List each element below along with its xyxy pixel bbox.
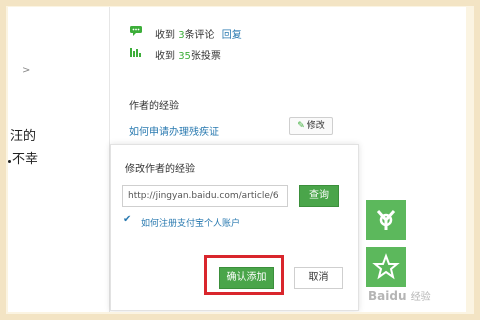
url-input[interactable]: http://jingyan.baidu.com/article/6 [122, 185, 288, 207]
cancel-button[interactable]: 取消 [294, 267, 343, 289]
comment-suffix: 条评论 [184, 30, 215, 41]
vote-count: 35 [178, 51, 191, 62]
left-column: > 汪的 不幸 [8, 7, 104, 312]
suggested-experience-link[interactable]: 如何注册支付宝个人账户 [141, 216, 240, 229]
author-experience-link[interactable]: 如何申请办理残疾证 [129, 123, 219, 138]
reply-link[interactable]: 回复 [222, 30, 242, 41]
watermark-brand: Bai [368, 289, 390, 303]
share-icon [376, 210, 396, 230]
chevron-right-icon[interactable]: > [22, 65, 30, 76]
check-icon: ✔ [123, 214, 132, 225]
left-text-line-2: 不幸 [12, 152, 39, 167]
pencil-icon: ✎ [297, 121, 305, 131]
comment-prefix: 收到 [155, 30, 175, 41]
confirm-add-button[interactable]: 确认添加 [219, 267, 274, 289]
edit-button[interactable]: ✎ 修改 [289, 117, 333, 135]
bar-chart-icon [130, 48, 141, 57]
left-text-line-1: 汪的 [10, 129, 37, 144]
edit-button-label: 修改 [306, 121, 325, 131]
watermark-sub: 经验 [410, 292, 431, 303]
watermark-du: du [389, 289, 407, 303]
query-button[interactable]: 查询 [299, 185, 339, 207]
page-content: > 汪的 不幸 收到 3条评论 回复 收到 35张投票 作者的经验 如何申请办理… [8, 7, 466, 312]
author-experience-title: 作者的经验 [129, 101, 179, 112]
share-button[interactable] [366, 200, 406, 240]
dialog-title: 修改作者的经验 [125, 164, 195, 175]
vote-prefix: 收到 [155, 51, 175, 62]
vote-stat: 收到 35张投票 [155, 47, 221, 62]
edit-experience-dialog: 修改作者的经验 http://jingyan.baidu.com/article… [110, 144, 359, 311]
bullet [8, 160, 11, 163]
comment-icon [130, 26, 142, 36]
vote-suffix: 张投票 [190, 51, 221, 62]
comment-stat: 收到 3条评论 回复 [155, 26, 242, 41]
favorite-button[interactable] [366, 247, 406, 287]
star-icon [372, 253, 400, 280]
baidu-watermark: Baidu 经验 [368, 288, 431, 303]
